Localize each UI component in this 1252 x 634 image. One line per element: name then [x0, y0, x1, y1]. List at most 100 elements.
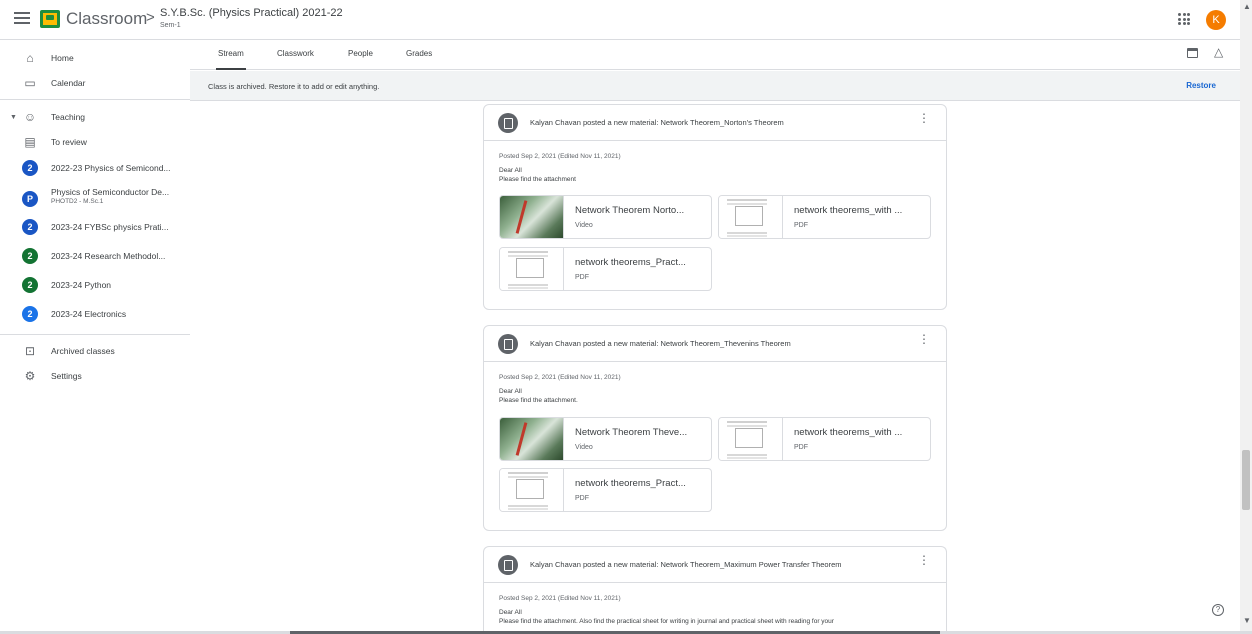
attachment-name: Network Theorem Theve...: [575, 427, 688, 438]
vertical-scrollbar[interactable]: [1240, 0, 1252, 634]
help-icon[interactable]: ?: [1212, 604, 1224, 616]
post-body-line: Please find the attachment.: [499, 397, 578, 404]
sidebar-item-class[interactable]: 2 2023-24 Electronics: [0, 302, 190, 326]
tab-grades[interactable]: Grades: [406, 49, 432, 58]
post-date: Posted Sep 2, 2021 (Edited Nov 11, 2021): [499, 153, 621, 160]
sidebar-item-label: Archived classes: [51, 346, 115, 356]
sidebar-item-label: Physics of Semiconductor De...: [51, 187, 170, 197]
sidebar-item-class[interactable]: 2 2023-24 FYBSc physics Prati...: [0, 215, 190, 239]
attachment-type: Video: [575, 444, 593, 451]
sidebar-item-label: 2023-24 Python: [51, 280, 112, 290]
attachment-type: PDF: [575, 274, 589, 281]
attachment-type: PDF: [575, 495, 589, 502]
calendar-icon[interactable]: [1187, 48, 1198, 58]
class-badge: 2: [22, 306, 38, 322]
sidebar-item-settings[interactable]: ⚙ Settings: [0, 364, 190, 388]
video-thumbnail: [500, 196, 564, 238]
material-icon: [498, 555, 518, 575]
stream-post[interactable]: Kalyan Chavan posted a new material: Net…: [483, 104, 947, 310]
class-badge: P: [22, 191, 38, 207]
post-title[interactable]: Kalyan Chavan posted a new material: Net…: [530, 560, 842, 569]
attachment-type: PDF: [794, 444, 808, 451]
tab-people[interactable]: People: [348, 49, 373, 58]
sidebar-item-label: Teaching: [51, 112, 86, 122]
brand-name[interactable]: Classroom: [66, 9, 147, 29]
sidebar-item-class[interactable]: P Physics of Semiconductor De... PHOTD2 …: [0, 184, 190, 214]
main-menu-icon[interactable]: [14, 12, 30, 26]
post-body-line: Dear All: [499, 609, 522, 616]
sidebar-item-label: 2023-24 Research Methodol...: [51, 251, 166, 261]
pdf-thumbnail: [500, 248, 564, 290]
account-avatar[interactable]: K: [1206, 10, 1226, 30]
pdf-thumbnail: [719, 418, 783, 460]
sidebar-divider: [0, 334, 190, 335]
sidebar-nav: ⌂ Home ▭ Calendar ▼ ☺ Teaching ▤ To revi…: [0, 41, 190, 634]
attachment-name: Network Theorem Norto...: [575, 205, 685, 216]
scroll-up-arrow-icon[interactable]: ▲: [1243, 2, 1251, 11]
pdf-thumbnail: [500, 469, 564, 511]
attachment-name: network theorems_Pract...: [575, 257, 686, 268]
sidebar-item-class[interactable]: 2 2023-24 Research Methodol...: [0, 244, 190, 268]
more-options-icon[interactable]: ⋮: [918, 112, 930, 124]
post-header: Kalyan Chavan posted a new material: Net…: [484, 105, 946, 141]
more-options-icon[interactable]: ⋮: [918, 333, 930, 345]
sidebar-item-class[interactable]: 2 2023-24 Python: [0, 273, 190, 297]
sidebar-item-home[interactable]: ⌂ Home: [0, 46, 190, 70]
sidebar-item-label: Calendar: [51, 78, 86, 88]
restore-button[interactable]: Restore: [1186, 81, 1216, 90]
attachment-type: PDF: [794, 222, 808, 229]
attachment-type: Video: [575, 222, 593, 229]
tab-classwork[interactable]: Classwork: [277, 49, 314, 58]
post-title[interactable]: Kalyan Chavan posted a new material: Net…: [530, 118, 784, 127]
collapse-caret-icon[interactable]: ▼: [10, 114, 17, 121]
sidebar-item-label: 2023-24 Electronics: [51, 309, 127, 319]
sidebar-item-class[interactable]: 2 2022-23 Physics of Semicond...: [0, 156, 190, 180]
sidebar-item-archived[interactable]: ⊡ Archived classes: [0, 339, 190, 363]
post-header: Kalyan Chavan posted a new material: Net…: [484, 326, 946, 362]
material-icon: [498, 334, 518, 354]
drive-folder-icon[interactable]: △: [1214, 45, 1223, 59]
breadcrumb-separator: >: [146, 9, 155, 26]
attachment-pdf[interactable]: network theorems_Pract... PDF: [499, 468, 712, 512]
attachment-video[interactable]: Network Theorem Theve... Video: [499, 417, 712, 461]
attachment-pdf[interactable]: network theorems_with ... PDF: [718, 417, 931, 461]
class-badge: 2: [22, 248, 38, 264]
gear-icon: ⚙: [24, 369, 36, 383]
post-title[interactable]: Kalyan Chavan posted a new material: Net…: [530, 339, 791, 348]
tab-stream[interactable]: Stream: [216, 49, 246, 70]
archived-message: Class is archived. Restore it to add or …: [208, 82, 380, 91]
stream-post[interactable]: Kalyan Chavan posted a new material: Net…: [483, 325, 947, 531]
top-app-bar: Classroom > S.Y.B.Sc. (Physics Practical…: [0, 0, 1252, 40]
class-badge: 2: [22, 219, 38, 235]
post-body-line: Dear All: [499, 167, 522, 174]
folder-icon: ▤: [24, 135, 36, 149]
sidebar-item-label: Settings: [51, 371, 82, 381]
post-date: Posted Sep 2, 2021 (Edited Nov 11, 2021): [499, 374, 621, 381]
attachment-video[interactable]: Network Theorem Norto... Video: [499, 195, 712, 239]
sidebar-item-calendar[interactable]: ▭ Calendar: [0, 71, 190, 95]
video-thumbnail: [500, 418, 564, 460]
attachment-pdf[interactable]: network theorems_Pract... PDF: [499, 247, 712, 291]
classroom-logo-icon[interactable]: [40, 10, 60, 28]
class-section: Sem-1: [160, 22, 181, 29]
sidebar-divider: [0, 99, 190, 100]
more-options-icon[interactable]: ⋮: [918, 554, 930, 566]
people-icon: ☺: [23, 110, 37, 124]
scrollbar-thumb[interactable]: [1242, 450, 1250, 510]
post-body-line: Dear All: [499, 388, 522, 395]
archived-banner: Class is archived. Restore it to add or …: [190, 71, 1240, 101]
class-title[interactable]: S.Y.B.Sc. (Physics Practical) 2021-22: [160, 7, 343, 19]
stream-post[interactable]: Kalyan Chavan posted a new material: Net…: [483, 546, 947, 634]
sidebar-item-label: To review: [51, 137, 87, 147]
home-icon: ⌂: [26, 51, 34, 65]
google-apps-icon[interactable]: [1178, 13, 1190, 25]
post-body-line: Please find the attachment: [499, 176, 576, 183]
calendar-icon: ▭: [24, 76, 36, 90]
sidebar-item-teaching[interactable]: ▼ ☺ Teaching: [0, 105, 190, 129]
attachment-pdf[interactable]: network theorems_with ... PDF: [718, 195, 931, 239]
sidebar-item-sublabel: PHOTD2 - M.Sc.1: [51, 198, 104, 205]
scroll-down-arrow-icon[interactable]: ▼: [1243, 616, 1251, 625]
sidebar-item-to-review[interactable]: ▤ To review: [0, 130, 190, 154]
post-date: Posted Sep 2, 2021 (Edited Nov 11, 2021): [499, 595, 621, 602]
class-badge: 2: [22, 160, 38, 176]
